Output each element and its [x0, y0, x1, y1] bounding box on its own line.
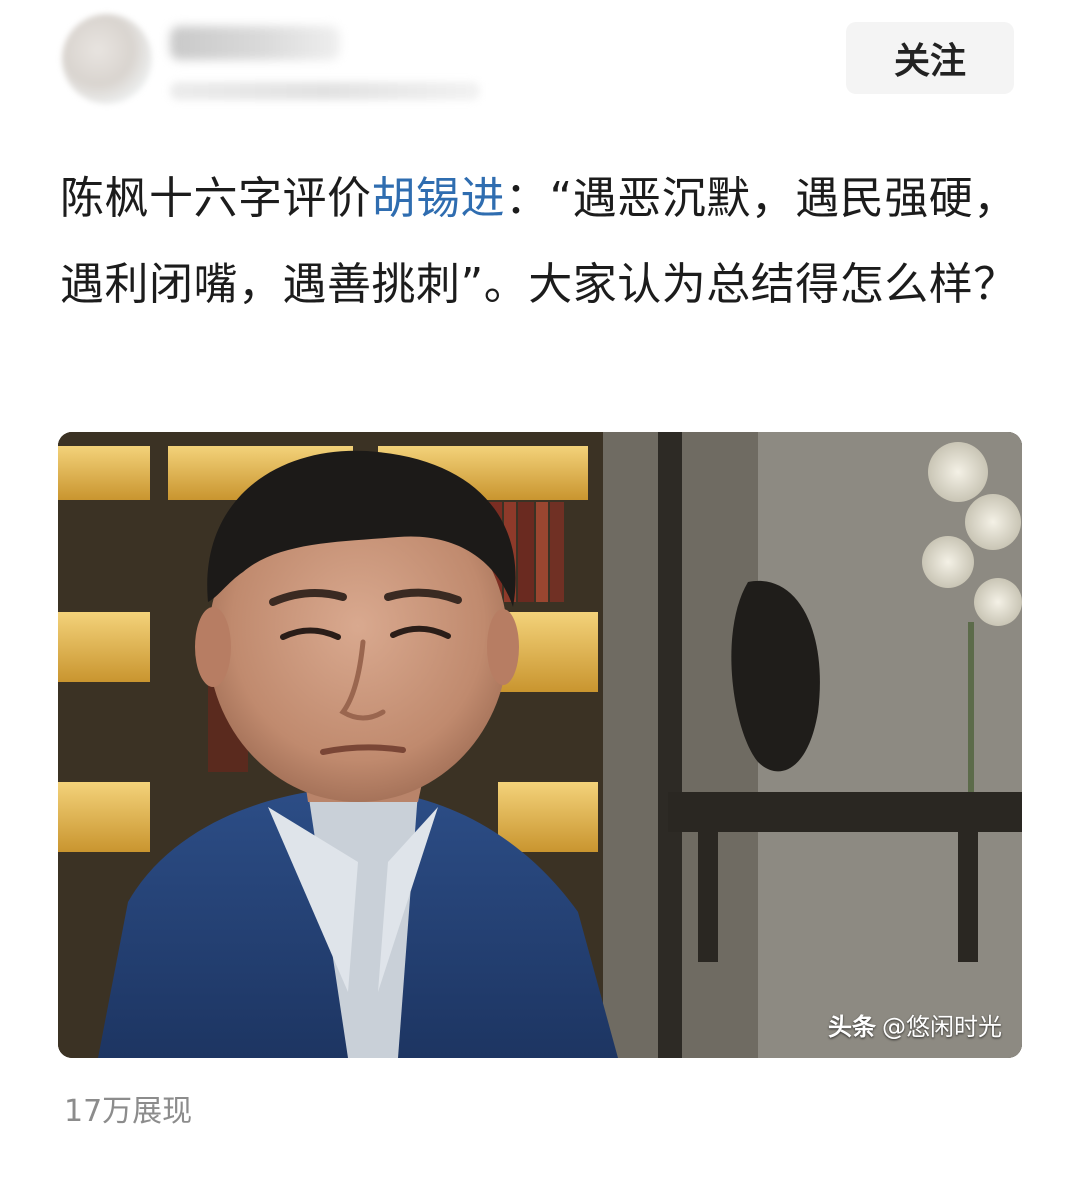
author-avatar[interactable] — [62, 14, 152, 104]
follow-button[interactable]: 关注 — [846, 22, 1014, 94]
post-page: 关注 陈枫十六字评价胡锡进：“遇恶沉默，遇民强硬，遇利闭嘴，遇善挑刺”。大家认为… — [0, 0, 1080, 1181]
watermark-brand: 头条 — [828, 1013, 876, 1041]
view-count: 17万展现 — [64, 1094, 193, 1129]
post-text-lead: 陈枫十六字评价 — [60, 173, 372, 224]
author-meta-blurred — [170, 82, 480, 100]
watermark-handle: @悠闲时光 — [882, 1013, 1002, 1041]
post-image[interactable]: 头条 @悠闲时光 — [58, 432, 1022, 1058]
post-header: 关注 — [0, 0, 1080, 120]
post-text: 陈枫十六字评价胡锡进：“遇恶沉默，遇民强硬，遇利闭嘴，遇善挑刺”。大家认为总结得… — [60, 156, 1020, 328]
mention-link[interactable]: 胡锡进 — [372, 173, 506, 224]
author-name-blurred[interactable] — [170, 26, 340, 60]
interview-photo — [58, 432, 1022, 1058]
image-watermark: 头条 @悠闲时光 — [828, 1007, 1002, 1042]
